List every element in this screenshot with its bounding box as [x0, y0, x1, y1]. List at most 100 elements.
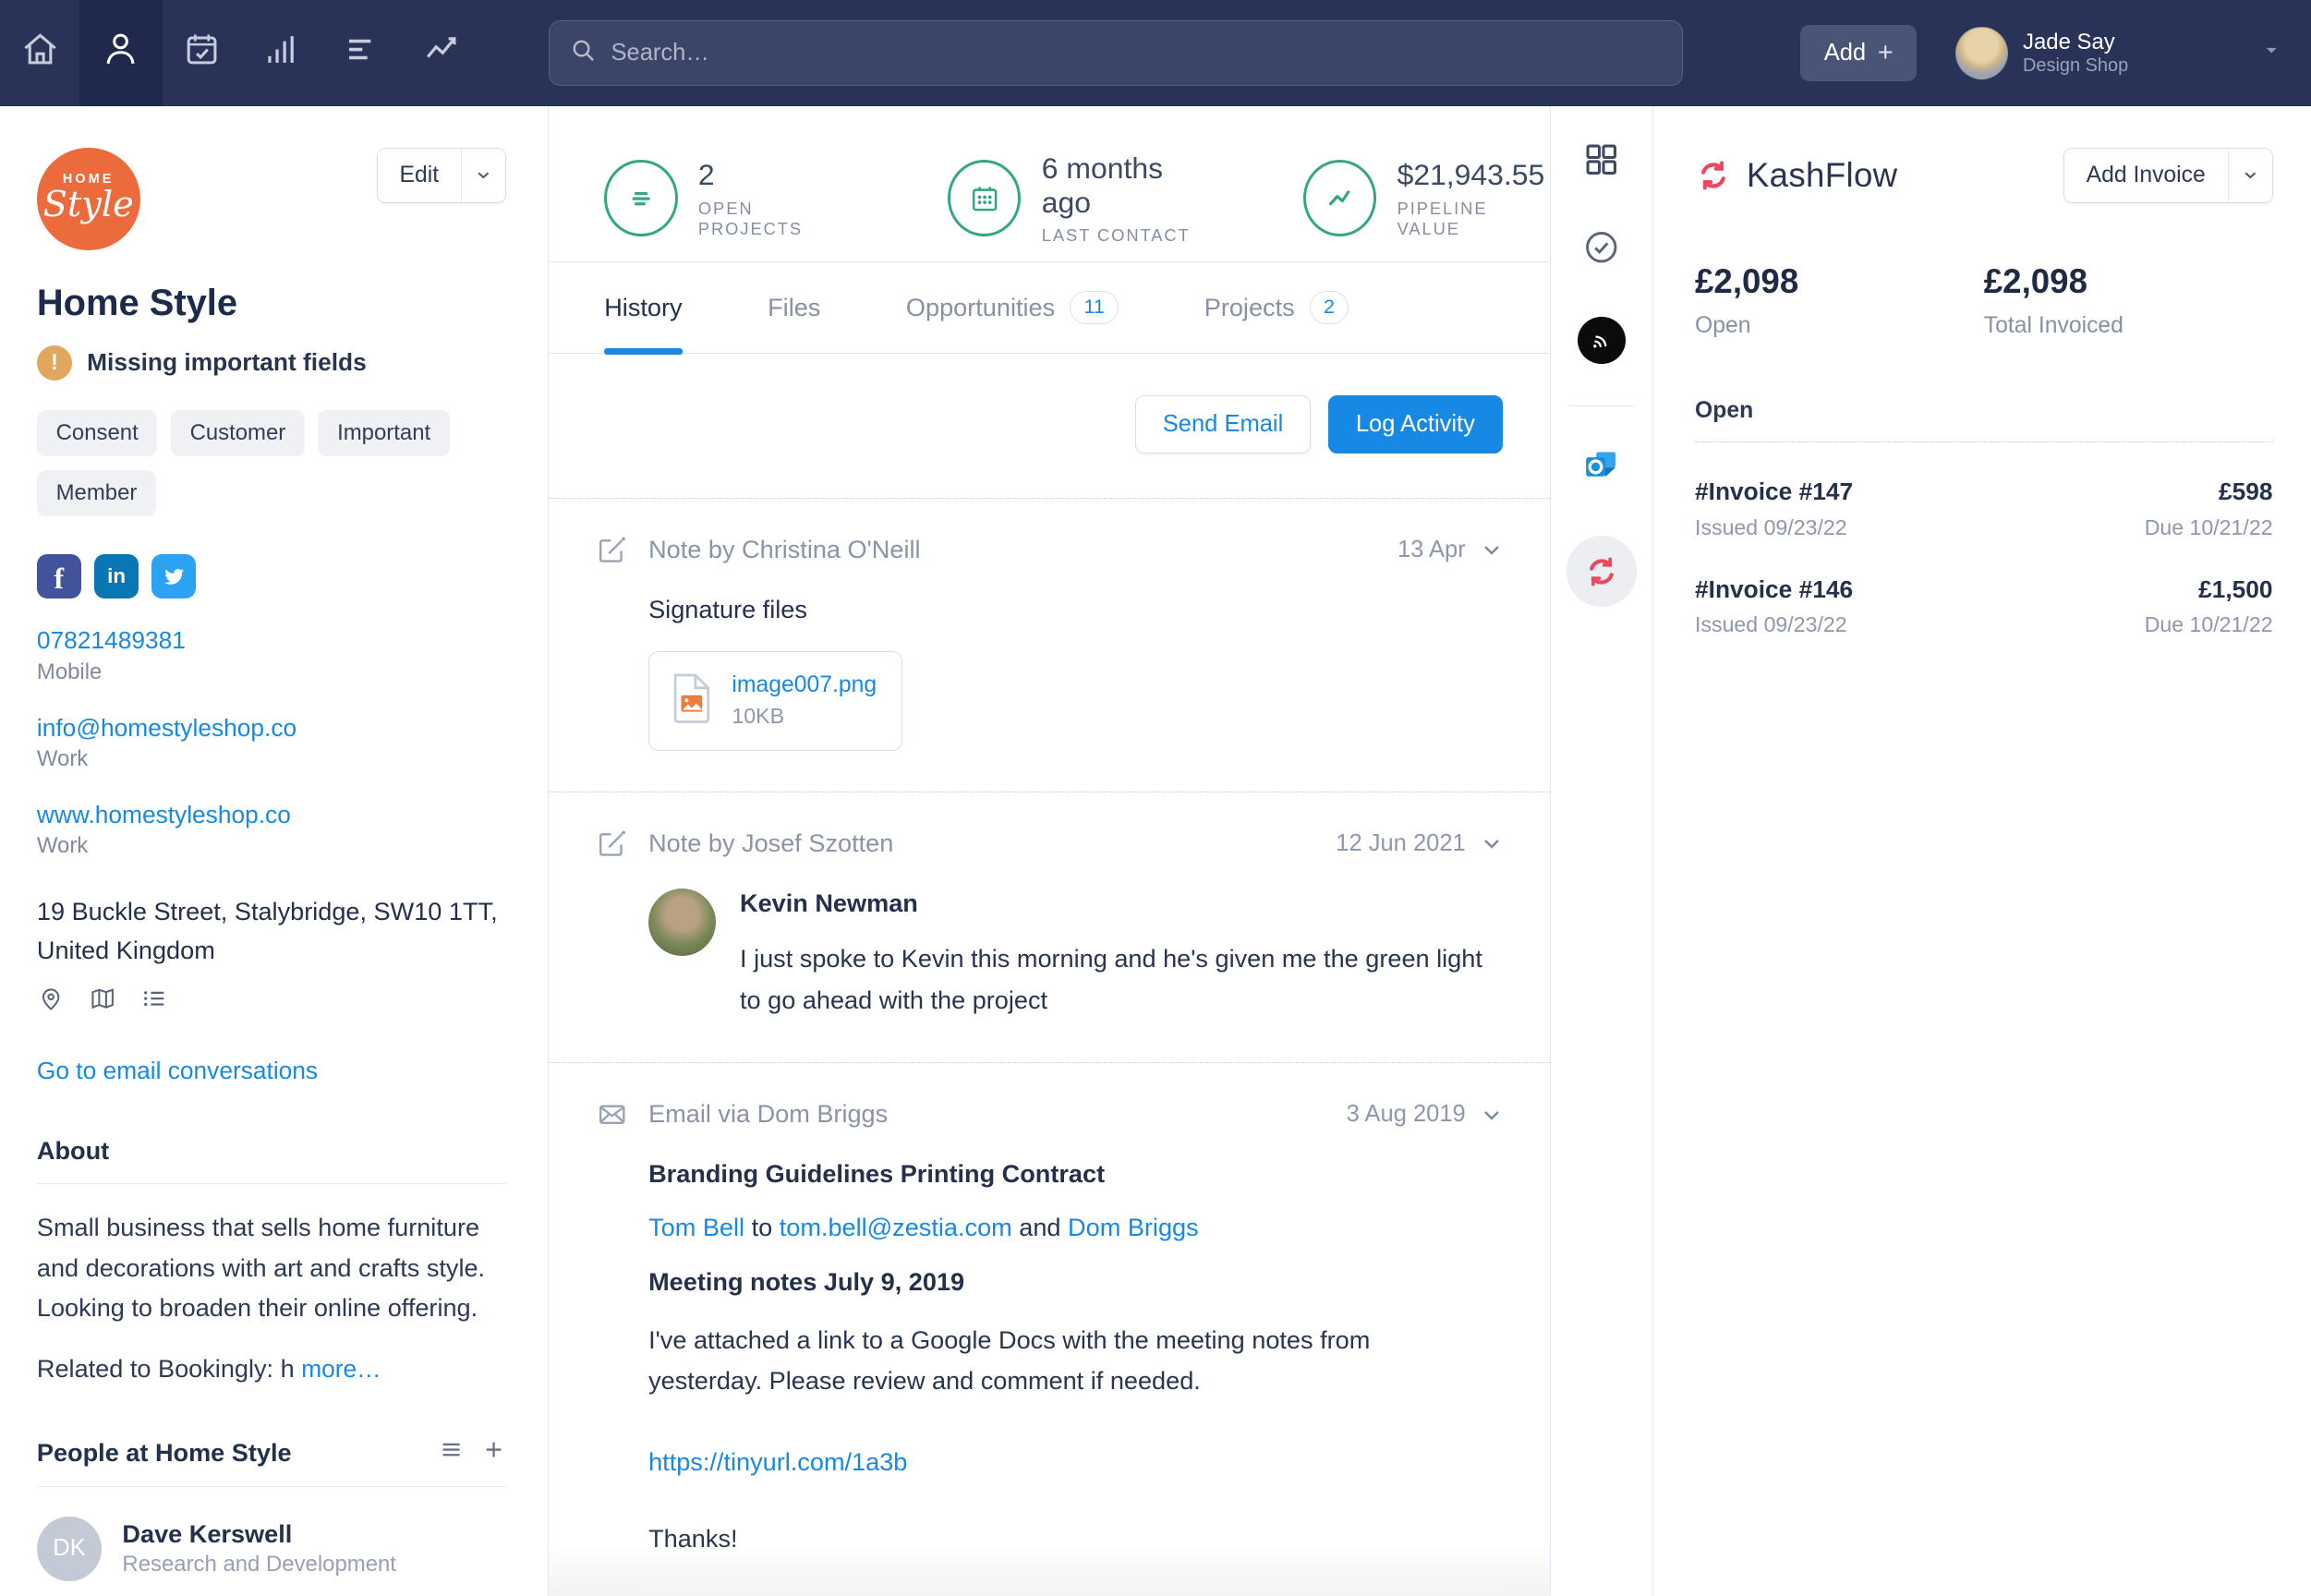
- outlook-icon[interactable]: [1582, 447, 1620, 485]
- dashboard-grid-icon[interactable]: [1582, 140, 1620, 178]
- map-pin-icon[interactable]: [37, 985, 65, 1019]
- note-person-name: Kevin Newman: [740, 888, 918, 917]
- rail-divider: [1568, 405, 1635, 406]
- note-text: I just spoke to Kevin this morning and h…: [740, 944, 1482, 1015]
- nav-cases[interactable]: [321, 0, 401, 106]
- add-button[interactable]: Add +: [1800, 25, 1918, 81]
- phone-link[interactable]: 07821489381: [37, 626, 186, 655]
- tag-customer[interactable]: Customer: [170, 409, 305, 457]
- opportunities-count-badge: 11: [1070, 290, 1119, 325]
- invoice-row-146[interactable]: #Invoice #146 Issued 09/23/22 £1,500 Due…: [1695, 575, 2273, 638]
- attachment-card[interactable]: image007.png 10KB: [648, 650, 902, 751]
- stat-value: 6 months ago: [1041, 151, 1164, 219]
- entry-header: Note by Christina O'Neill: [648, 535, 921, 564]
- attachment-filename: image007.png: [732, 671, 877, 697]
- timeline-divider: [648, 1591, 1503, 1596]
- missing-fields-warning[interactable]: ! Missing important fields: [36, 345, 506, 381]
- entry-date-toggle[interactable]: 13 Apr: [1397, 537, 1503, 563]
- email-from-link[interactable]: Tom Bell: [648, 1213, 744, 1241]
- stat-label: Total Invoiced: [1983, 312, 2123, 338]
- about-text: Small business that sells home furniture…: [36, 1213, 486, 1323]
- email-link[interactable]: info@homestyleshop.co: [37, 714, 296, 743]
- tag-important[interactable]: Important: [318, 409, 450, 457]
- kashflow-sync-icon: [1700, 161, 1725, 190]
- edit-caret-button[interactable]: [461, 148, 505, 203]
- envelope-icon: [597, 1099, 628, 1130]
- tab-files[interactable]: Files: [768, 262, 820, 353]
- tab-projects[interactable]: Projects 2: [1204, 262, 1349, 353]
- check-circle-icon[interactable]: [1582, 228, 1620, 266]
- contact-title: Home Style: [36, 283, 238, 324]
- email-link-url[interactable]: https://tinyurl.com/1a3b: [648, 1447, 907, 1477]
- list-detail-icon[interactable]: [140, 985, 168, 1019]
- user-avatar: [1954, 26, 2009, 80]
- search-input[interactable]: [611, 39, 1662, 66]
- timeline-entry-email: Email via Dom Briggs 3 Aug 2019 Branding…: [548, 1062, 1550, 1596]
- entry-date-toggle[interactable]: 3 Aug 2019: [1347, 1101, 1503, 1128]
- map-icon[interactable]: [89, 985, 116, 1019]
- invoice-number: #Invoice #146: [1695, 574, 1854, 603]
- send-email-button[interactable]: Send Email: [1135, 394, 1311, 454]
- user-menu[interactable]: Jade Say Design Shop: [1954, 26, 2128, 80]
- home-icon: [20, 30, 60, 76]
- history-actions: Send Email Log Activity: [549, 354, 1550, 498]
- transpond-icon[interactable]: [1578, 317, 1626, 365]
- social-links: f in: [36, 554, 506, 599]
- kashflow-integration-icon[interactable]: [1566, 536, 1638, 607]
- email-conversations-link[interactable]: Go to email conversations: [37, 1057, 318, 1085]
- nav-right: Add + Jade Say Design Shop: [1800, 0, 2311, 106]
- email-address-link[interactable]: tom.bell@zestia.com: [780, 1213, 1012, 1241]
- invoice-due: Due 10/21/22: [2144, 612, 2273, 637]
- tag-member[interactable]: Member: [36, 469, 157, 516]
- nav-reports[interactable]: [401, 0, 480, 106]
- bar-chart-icon: [261, 30, 301, 76]
- tab-opportunities[interactable]: Opportunities 11: [906, 262, 1119, 353]
- email-block: info@homestyleshop.co Work: [37, 714, 506, 773]
- log-activity-button[interactable]: Log Activity: [1328, 394, 1503, 454]
- tab-label: History: [604, 292, 683, 321]
- related-line: Related to Bookingly: h more…: [37, 1354, 506, 1384]
- nav-pipeline[interactable]: [242, 0, 321, 106]
- note-icon: [597, 535, 628, 566]
- invoice-row-147[interactable]: #Invoice #147 Issued 09/23/22 £598 Due 1…: [1695, 478, 2273, 540]
- email-subheading: Meeting notes July 9, 2019: [648, 1266, 965, 1296]
- kashflow-stat-total: £2,098 Total Invoiced: [1984, 262, 2273, 339]
- contact-main: 2 OPEN PROJECTS 6 months ago LAST CONTAC…: [548, 105, 1551, 1596]
- more-link[interactable]: more…: [301, 1355, 381, 1384]
- add-person-icon[interactable]: [481, 1437, 506, 1469]
- nav-people[interactable]: [79, 0, 163, 106]
- trend-icon: [421, 30, 461, 76]
- linkedin-icon[interactable]: in: [94, 554, 139, 599]
- entry-date: 12 Jun 2021: [1336, 829, 1466, 856]
- tab-label: Projects: [1204, 292, 1295, 321]
- summary-stats: 2 OPEN PROJECTS 6 months ago LAST CONTAC…: [548, 106, 1550, 263]
- email-cc-link[interactable]: Dom Briggs: [1068, 1213, 1199, 1241]
- email-parties: Tom Bell to tom.bell@zestia.com and Dom …: [648, 1213, 1503, 1242]
- calendar-check-icon: [182, 30, 222, 76]
- person-row-dave[interactable]: DK Dave Kerswell Research and Developmen…: [36, 1516, 506, 1581]
- people-list-icon[interactable]: [439, 1437, 464, 1469]
- contact-sidebar: HOME Style Edit Home Style ! Missing imp…: [0, 105, 549, 1596]
- stat-label: LAST CONTACT: [1041, 225, 1191, 246]
- website-link[interactable]: www.homestyleshop.co: [37, 801, 291, 829]
- stat-label: PIPELINE VALUE: [1397, 198, 1488, 238]
- person-avatar-initials: DK: [36, 1516, 103, 1581]
- email-closing: Thanks!: [648, 1524, 738, 1554]
- tab-history[interactable]: History: [604, 262, 683, 356]
- edit-button[interactable]: Edit: [377, 148, 462, 203]
- add-invoice-button[interactable]: Add Invoice: [2063, 148, 2228, 203]
- add-invoice-caret[interactable]: [2227, 148, 2272, 203]
- user-menu-caret[interactable]: [2261, 40, 2281, 66]
- calendar-dots-icon: [948, 160, 1022, 237]
- global-search[interactable]: [548, 20, 1684, 86]
- twitter-icon[interactable]: [151, 554, 197, 599]
- facebook-icon[interactable]: f: [36, 554, 81, 599]
- kashflow-logo: KashFlow: [1695, 156, 1897, 195]
- projects-count-badge: 2: [1309, 290, 1349, 325]
- nav-calendar[interactable]: [163, 0, 242, 106]
- nav-home[interactable]: [0, 0, 79, 106]
- tab-label: Opportunities: [905, 292, 1056, 321]
- kashflow-title: KashFlow: [1746, 155, 1898, 194]
- entry-date-toggle[interactable]: 12 Jun 2021: [1336, 830, 1502, 857]
- tag-consent[interactable]: Consent: [36, 409, 158, 457]
